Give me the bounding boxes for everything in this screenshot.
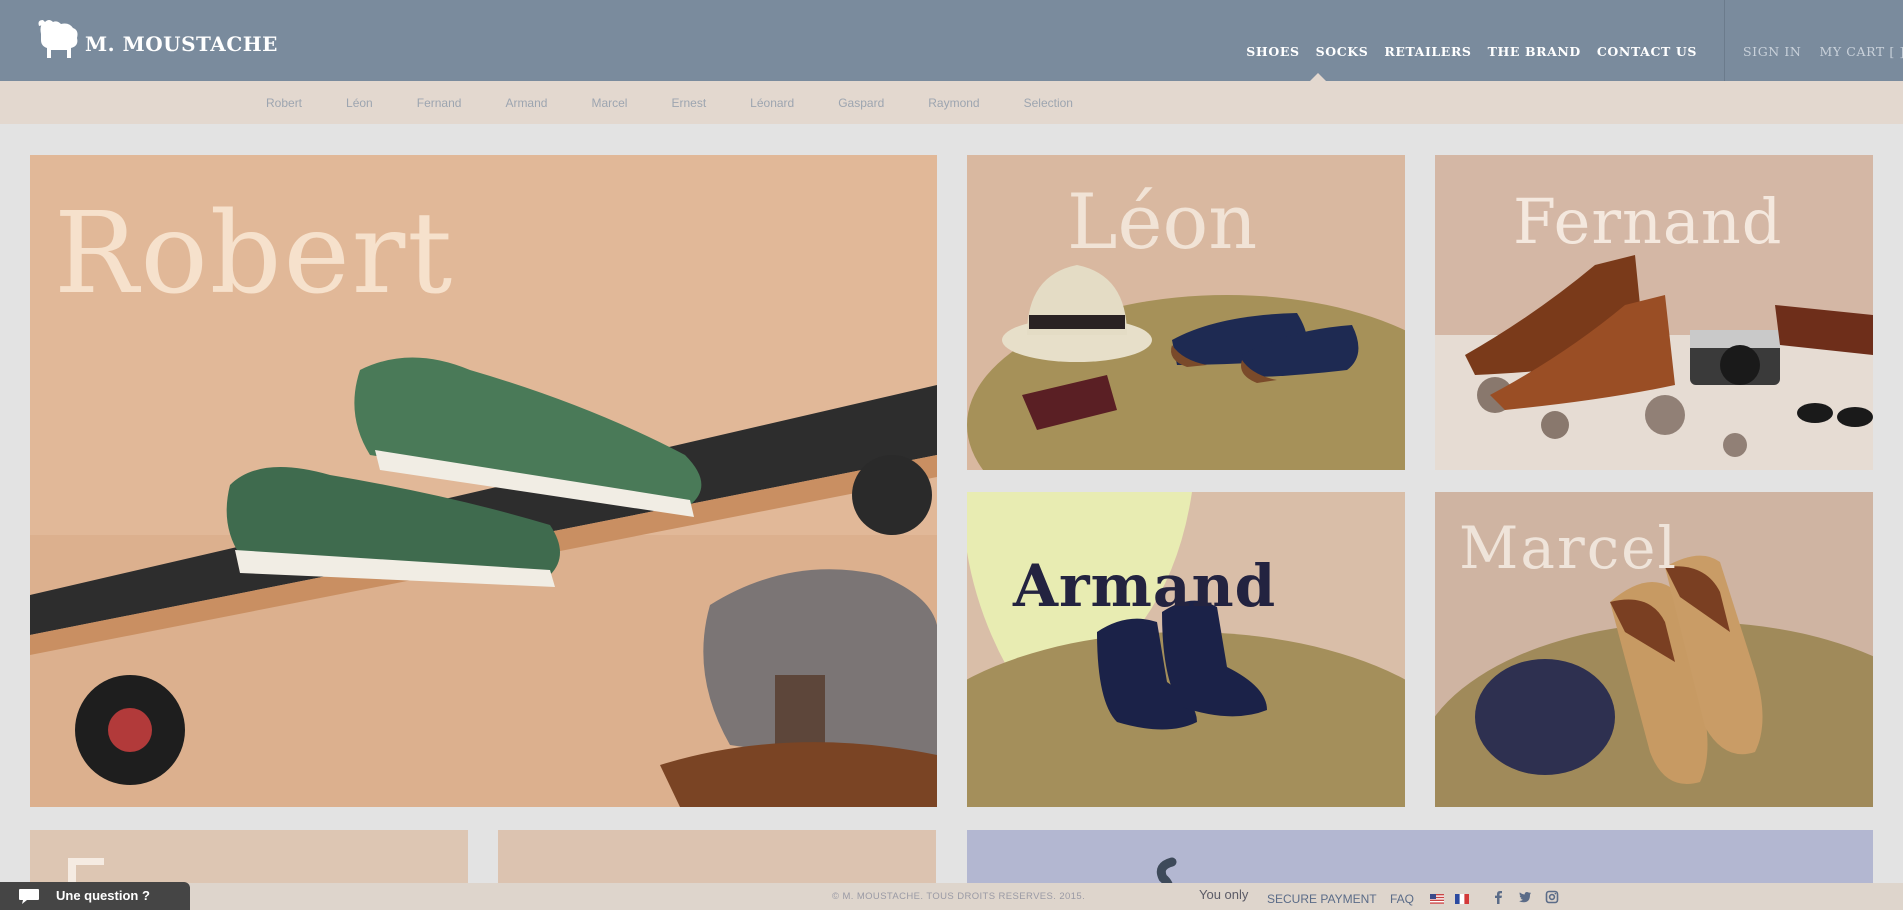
chat-widget-button[interactable]: Une question ? bbox=[0, 882, 190, 910]
faq-link[interactable]: FAQ bbox=[1390, 892, 1414, 906]
instagram-icon[interactable] bbox=[1545, 890, 1559, 904]
copyright-text: © M. MOUSTACHE. TOUS DROITS RESERVES. 20… bbox=[832, 891, 1086, 902]
tile-title-marcel: Marcel bbox=[1459, 514, 1679, 582]
tile-title-armand: Armand bbox=[1013, 552, 1277, 620]
chat-label: Une question ? bbox=[56, 888, 150, 903]
fr-flag-icon[interactable] bbox=[1455, 894, 1469, 904]
active-nav-caret bbox=[1310, 73, 1326, 81]
subnav-item-gaspard[interactable]: Gaspard bbox=[838, 96, 884, 110]
brand-name: M. MOUSTACHE bbox=[85, 32, 278, 56]
header-divider bbox=[1724, 0, 1725, 81]
site-footer: © M. MOUSTACHE. TOUS DROITS RESERVES. 20… bbox=[0, 883, 1903, 910]
armand-product-image bbox=[967, 492, 1405, 807]
us-flag-icon[interactable] bbox=[1430, 894, 1444, 904]
secure-payment-link[interactable]: SECURE PAYMENT bbox=[1267, 892, 1377, 906]
tile-marcel[interactable]: Marcel bbox=[1435, 492, 1873, 807]
nav-contact-us[interactable]: CONTACT US bbox=[1597, 44, 1697, 59]
brand-logo[interactable]: M. MOUSTACHE bbox=[37, 16, 278, 60]
subnav-item-ernest[interactable]: Ernest bbox=[671, 96, 706, 110]
nav-retailers[interactable]: RETAILERS bbox=[1384, 44, 1471, 59]
sign-in-link[interactable]: SIGN IN bbox=[1743, 44, 1801, 59]
subnav-item-robert[interactable]: Robert bbox=[266, 96, 302, 110]
tile-title-robert: Robert bbox=[54, 189, 455, 319]
tile-title-leon: Léon bbox=[1067, 177, 1258, 266]
tile-title-fernand: Fernand bbox=[1513, 185, 1783, 258]
subnav-item-marcel[interactable]: Marcel bbox=[591, 96, 627, 110]
tile-leon[interactable]: Léon bbox=[967, 155, 1405, 470]
tile-robert[interactable]: Robert bbox=[30, 155, 937, 807]
subnav-item-leon[interactable]: Léon bbox=[346, 96, 373, 110]
chat-bubble-icon bbox=[19, 889, 39, 904]
nav-shoes[interactable]: SHOES bbox=[1246, 44, 1299, 59]
nav-socks[interactable]: SOCKS bbox=[1316, 44, 1369, 59]
tile-armand[interactable]: Armand bbox=[967, 492, 1405, 807]
you-only-text: You only bbox=[1199, 887, 1249, 902]
sheep-logo-icon bbox=[38, 20, 78, 58]
tile-fernand[interactable]: Fernand bbox=[1435, 155, 1873, 470]
subnav-item-raymond[interactable]: Raymond bbox=[928, 96, 979, 110]
nav-the-brand[interactable]: THE BRAND bbox=[1488, 44, 1581, 59]
facebook-icon[interactable] bbox=[1491, 890, 1505, 904]
subnav-item-selection[interactable]: Selection bbox=[1024, 96, 1073, 110]
site-header: M. MOUSTACHE SHOES SOCKS RETAILERS THE B… bbox=[0, 0, 1903, 81]
subnav-item-leonard[interactable]: Léonard bbox=[750, 96, 794, 110]
subnav-item-fernand[interactable]: Fernand bbox=[417, 96, 462, 110]
twitter-icon[interactable] bbox=[1518, 890, 1532, 904]
subnav-item-armand[interactable]: Armand bbox=[505, 96, 547, 110]
account-nav: SIGN IN MY CART [ ] bbox=[1743, 44, 1903, 59]
main-nav: SHOES SOCKS RETAILERS THE BRAND CONTACT … bbox=[1230, 44, 1697, 59]
my-cart-link[interactable]: MY CART [ ] bbox=[1819, 44, 1903, 59]
shoe-models-subnav: Robert Léon Fernand Armand Marcel Ernest… bbox=[0, 81, 1903, 124]
